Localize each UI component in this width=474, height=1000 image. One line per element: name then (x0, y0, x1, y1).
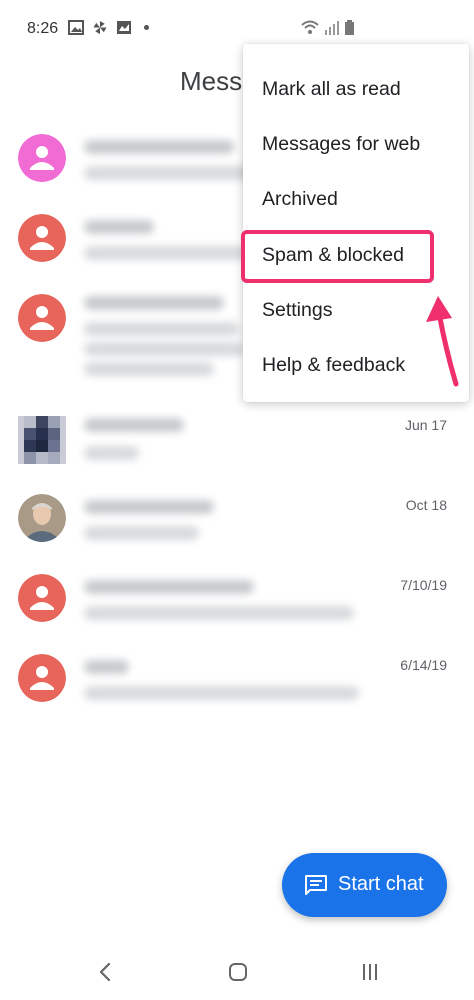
message-snippet-redacted (84, 362, 214, 376)
contact-name-redacted (84, 418, 184, 432)
person-icon (18, 574, 66, 622)
chat-icon (305, 875, 327, 895)
image-icon (68, 20, 84, 35)
contact-name-redacted (84, 296, 224, 310)
pointer-arrow-icon (426, 296, 459, 387)
signal-icon (325, 21, 339, 35)
conversation-date: Oct 18 (405, 497, 447, 513)
message-snippet-redacted (84, 686, 359, 700)
home-icon[interactable] (225, 959, 251, 985)
photo-avatar (18, 494, 66, 542)
message-snippet-redacted (84, 246, 254, 260)
person-icon (18, 134, 66, 182)
menu-item-mark-all-read[interactable]: Mark all as read (243, 62, 469, 117)
conversation-row[interactable]: 7/10/19 (0, 558, 474, 636)
message-snippet-redacted (84, 322, 239, 336)
avatar (18, 134, 66, 182)
status-system-icons (301, 20, 354, 35)
photo-avatar-image (18, 416, 66, 464)
start-chat-label: Start chat (338, 873, 424, 895)
message-snippet-redacted (84, 446, 139, 460)
person-icon (18, 214, 66, 262)
message-snippet-redacted (84, 606, 354, 620)
recents-icon[interactable] (357, 959, 383, 985)
contact-name-redacted (84, 580, 254, 594)
avatar (18, 294, 66, 342)
conversation-date: Jun 17 (404, 417, 447, 433)
conversation-date: 7/10/19 (400, 577, 447, 593)
system-nav-bar (0, 945, 474, 1000)
contact-name-redacted (84, 140, 234, 154)
person-icon (18, 294, 66, 342)
gallery-icon (117, 21, 131, 34)
pinwheel-icon (93, 20, 107, 35)
conversation-date: 6/14/19 (400, 657, 447, 673)
menu-item-messages-for-web[interactable]: Messages for web (243, 117, 469, 172)
menu-item-archived[interactable]: Archived (243, 172, 469, 227)
highlight-box (241, 230, 434, 283)
status-time: 8:26 (27, 20, 59, 37)
conversation-row[interactable]: Oct 18 (0, 478, 474, 556)
person-icon (18, 654, 66, 702)
battery-icon (345, 20, 354, 35)
start-chat-button[interactable]: Start chat (282, 853, 447, 917)
notification-dot (144, 25, 149, 30)
contact-name-redacted (84, 500, 214, 514)
conversation-row[interactable]: Jun 17 (0, 398, 474, 476)
message-snippet-redacted (84, 342, 244, 356)
contact-name-redacted (84, 660, 129, 674)
wifi-icon (301, 20, 319, 34)
status-notification-icons (68, 20, 149, 35)
avatar (18, 574, 66, 622)
avatar (18, 214, 66, 262)
conversation-row[interactable]: 6/14/19 (0, 638, 474, 716)
pixelated-photo-avatar (18, 416, 66, 464)
back-icon[interactable] (93, 959, 119, 985)
message-snippet-redacted (84, 526, 199, 540)
contact-name-redacted (84, 220, 154, 234)
photo-avatar-image (18, 494, 66, 542)
avatar (18, 654, 66, 702)
